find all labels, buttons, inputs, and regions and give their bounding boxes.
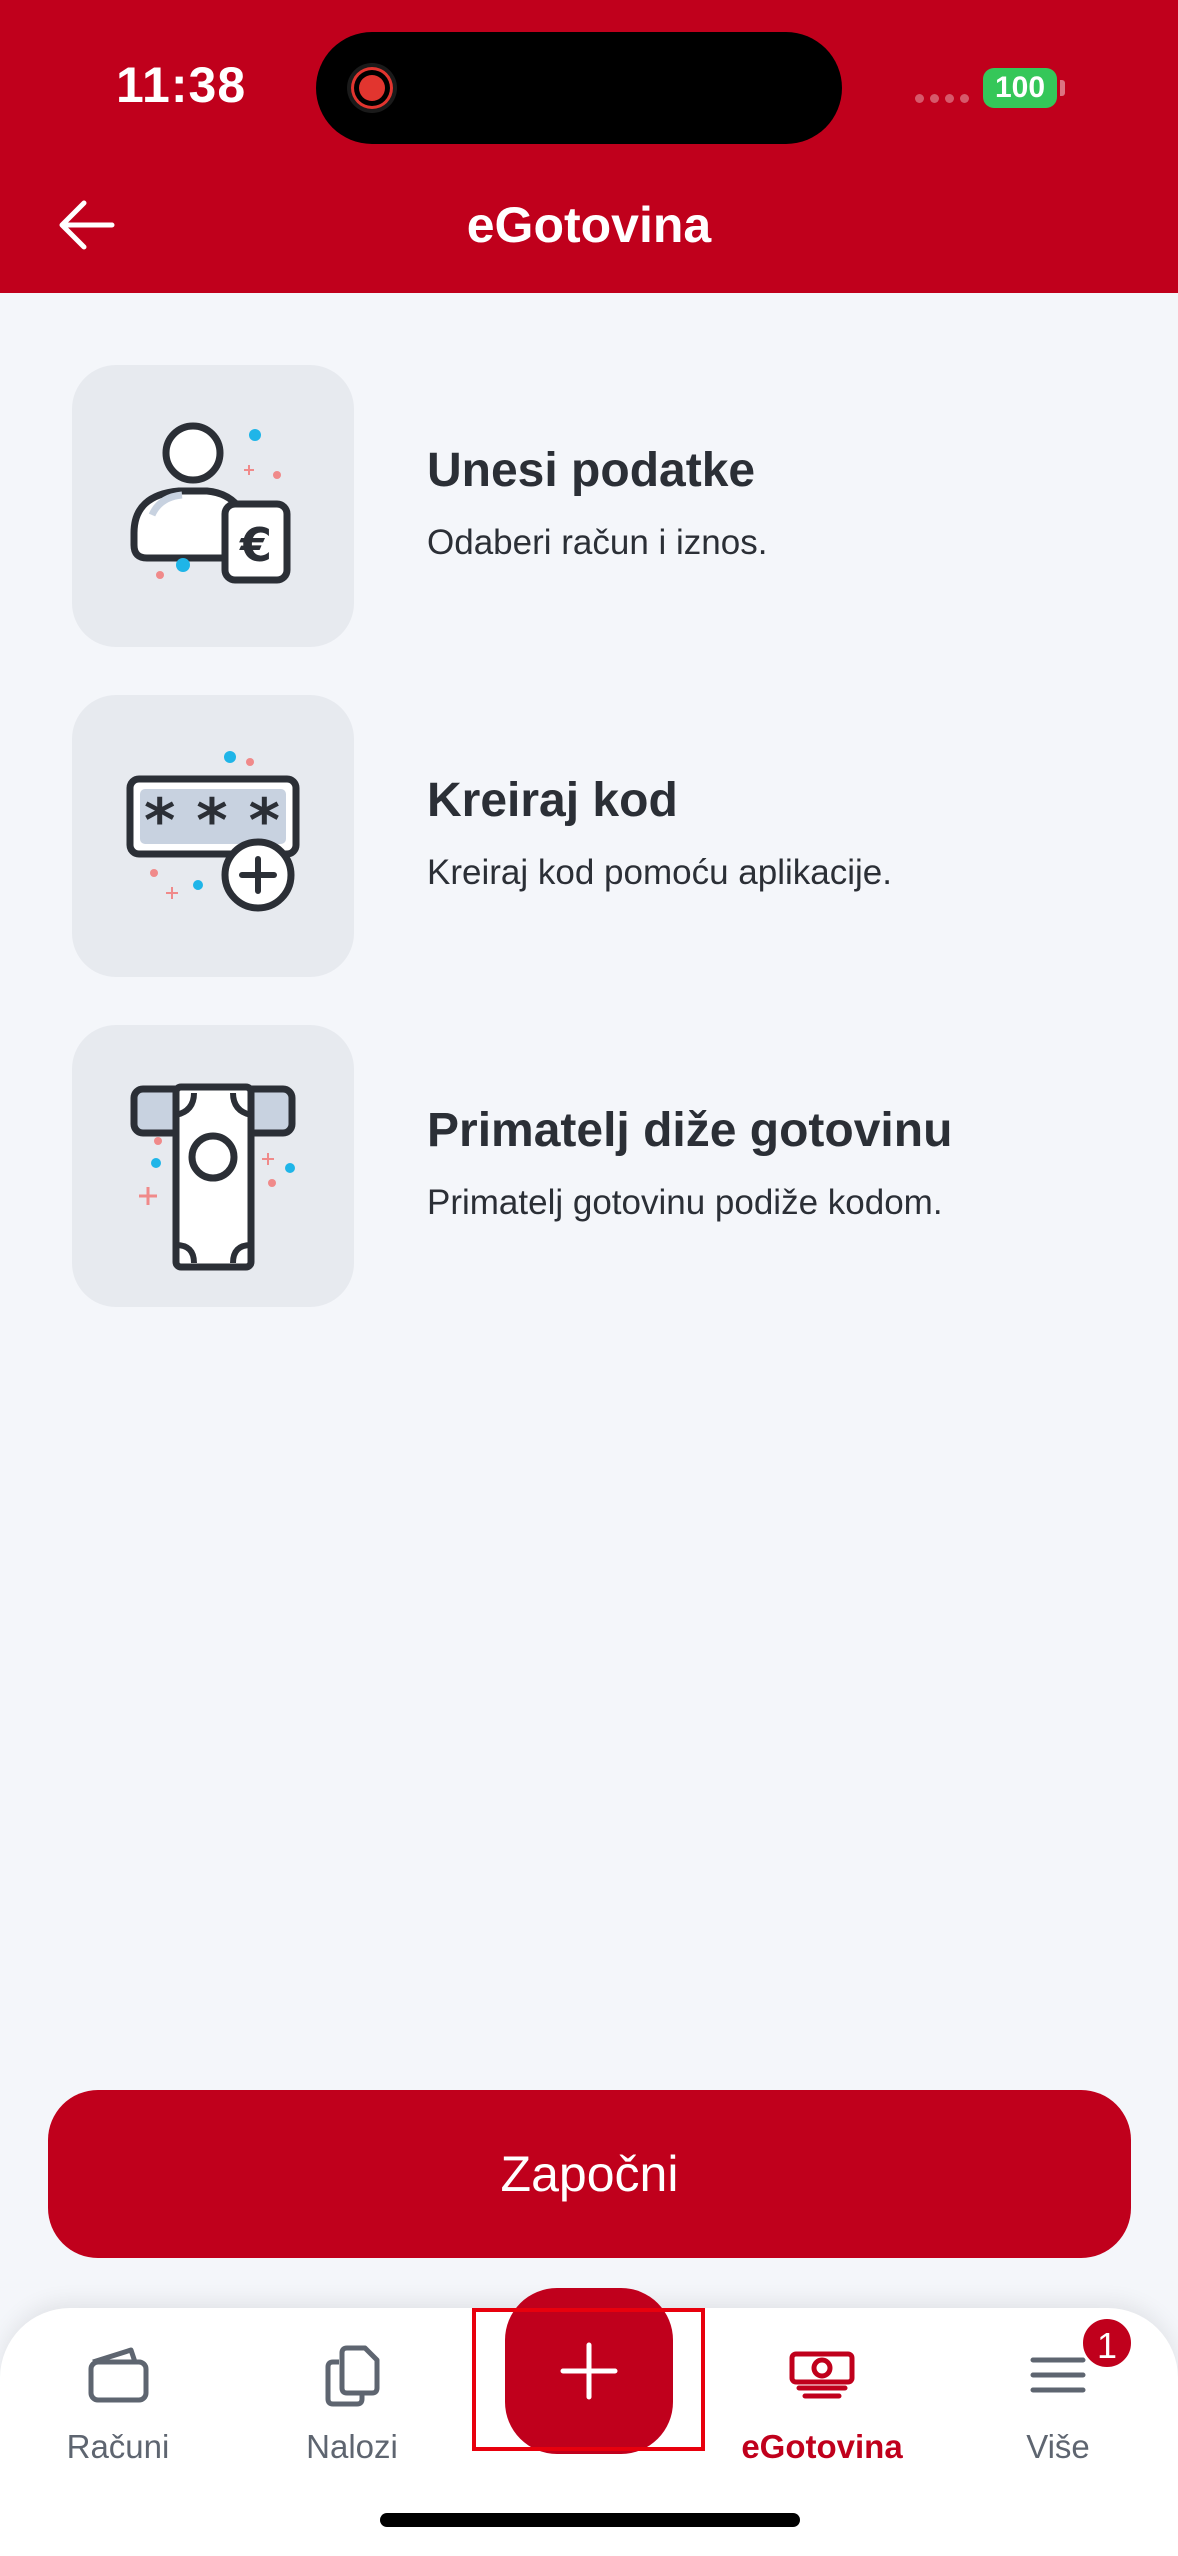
person-euro-icon: € [130, 422, 291, 584]
app-header: 11:38 100 eGotovina [0, 0, 1178, 293]
step-icon-box: * * * [72, 695, 354, 977]
signal-icon [915, 94, 969, 103]
step-title: Kreiraj kod [427, 774, 678, 827]
tab-label: eGotovina [741, 2428, 903, 2465]
banknote-icon [789, 2351, 855, 2399]
battery-tip [1060, 80, 1065, 96]
start-button[interactable]: Započni [48, 2090, 1131, 2258]
highlight-box [472, 2308, 705, 2451]
tab-label: Više [1026, 2428, 1090, 2465]
tab-label: Računi [66, 2428, 170, 2465]
code-plus-icon: * * * [126, 751, 300, 912]
step-icon-box [72, 1025, 354, 1307]
step-withdraw-cash: Primatelj diže gotovinu Primatelj gotovi… [72, 1025, 1132, 1307]
dynamic-island [316, 32, 842, 144]
step-enter-data: € Unesi podatke Odaberi račun i iznos. [72, 365, 1132, 647]
tab-label: Nalozi [306, 2428, 398, 2465]
documents-icon [325, 2345, 380, 2407]
step-create-code: * * * Kreiraj kod Kreiraj kod pomoću apl… [72, 695, 1132, 977]
svg-text:€: € [239, 518, 272, 572]
battery-indicator: 100 [983, 68, 1057, 108]
step-icon-box: € [72, 365, 354, 647]
tab-racuni[interactable]: Računi [18, 2308, 218, 2478]
home-indicator [380, 2513, 800, 2527]
step-description: Kreiraj kod pomoću aplikacije. [427, 853, 892, 892]
tab-nalozi[interactable]: Nalozi [252, 2308, 452, 2478]
step-description: Odaberi račun i iznos. [427, 523, 768, 562]
step-title: Unesi podatke [427, 444, 756, 497]
step-description: Primatelj gotovinu podiže kodom. [427, 1183, 943, 1222]
wallet-icon [88, 2347, 149, 2403]
cash-withdraw-icon [130, 1083, 296, 1271]
recording-icon [347, 63, 397, 113]
status-time: 11:38 [116, 57, 247, 113]
notification-badge: 1 [1080, 2316, 1134, 2370]
page-title: eGotovina [466, 197, 712, 253]
tab-egotovina[interactable]: eGotovina [722, 2308, 922, 2478]
step-title: Primatelj diže gotovinu [427, 1104, 953, 1157]
